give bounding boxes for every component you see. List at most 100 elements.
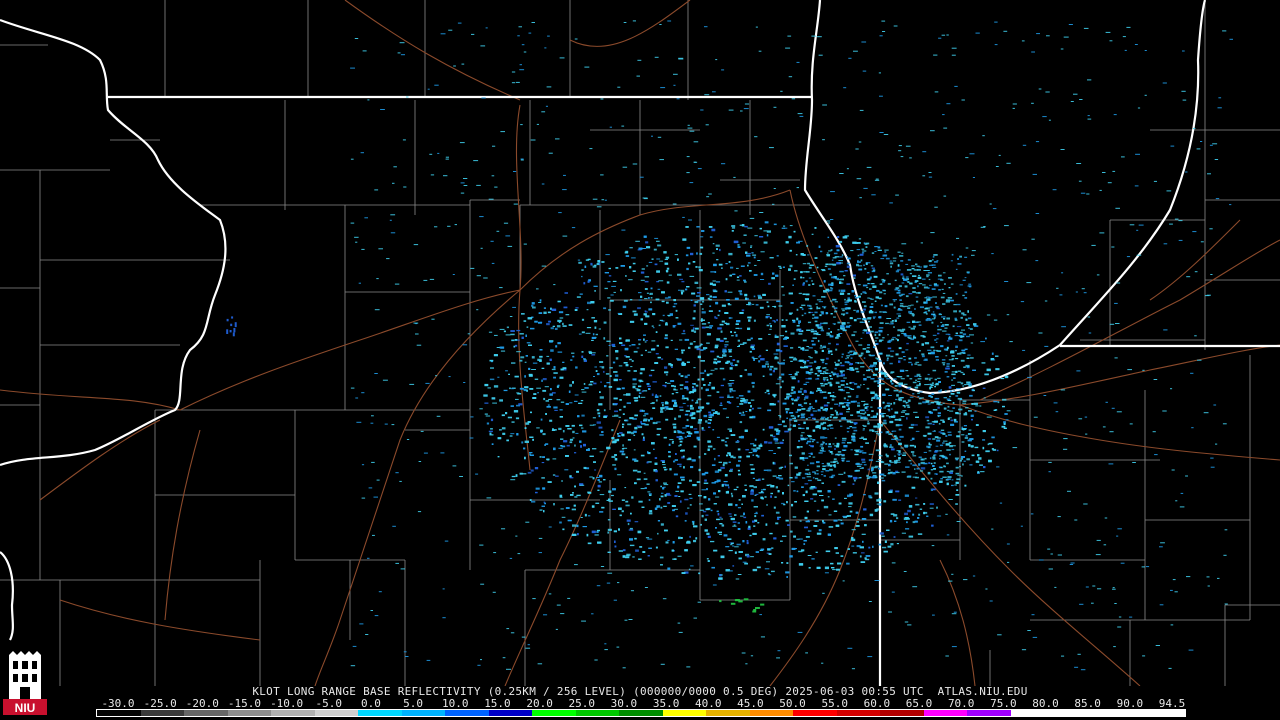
echo-pixel: [823, 505, 829, 509]
echo-pixel: [654, 395, 659, 398]
echo-pixel: [801, 308, 804, 311]
echo-pixel: [846, 392, 850, 394]
echo-pixel: [535, 487, 540, 490]
echo-pixel: [881, 278, 884, 281]
echo-pixel: [423, 452, 428, 454]
echo-pixel: [557, 384, 560, 387]
echo-pixel: [669, 439, 674, 441]
echo-pixel: [870, 265, 874, 267]
echo-pixel: [623, 299, 628, 302]
echo-pixel: [489, 378, 495, 381]
echo-pixel: [691, 459, 696, 462]
echo-pixel: [572, 355, 575, 358]
echo-pixel: [940, 419, 945, 421]
echo-pixel: [696, 295, 700, 297]
echo-pixel: [742, 342, 747, 344]
echo-pixel: [406, 96, 409, 98]
echo-pixel: [1222, 30, 1227, 32]
echo-pixel: [660, 485, 662, 488]
echo-pixel: [542, 433, 546, 436]
echo-pixel: [738, 557, 742, 560]
echo-pixel: [838, 260, 843, 262]
echo-pixel: [814, 351, 818, 354]
echo-pixel: [553, 366, 556, 369]
echo-pixel: [891, 382, 894, 385]
echo-pixel: [962, 333, 967, 336]
echo-pixel: [887, 283, 891, 285]
echo-pixel: [796, 317, 799, 321]
echo-pixel: [682, 329, 686, 333]
echo-pixel: [885, 257, 890, 260]
echo-pixel: [801, 393, 804, 395]
echo-pixel: [557, 351, 563, 353]
echo-pixel: [877, 249, 882, 251]
echo-pixel: [822, 378, 826, 380]
echo-pixel: [841, 457, 846, 460]
echo-pixel: [793, 230, 796, 233]
echo-pixel: [754, 515, 757, 518]
echo-pixel: [728, 261, 731, 263]
echo-pixel: [619, 409, 622, 411]
echo-pixel: [484, 413, 488, 415]
echo-pixel: [668, 407, 674, 410]
echo-pixel: [954, 335, 959, 337]
echo-pixel: [822, 468, 826, 471]
echo-pixel: [827, 352, 831, 354]
echo-pixel: [862, 332, 865, 334]
echo-pixel: [797, 415, 800, 418]
echo-pixel: [853, 400, 857, 403]
echo-pixel: [897, 453, 902, 455]
echo-pixel: [942, 433, 946, 435]
echo-pixel: [889, 362, 893, 365]
echo-pixel: [738, 473, 741, 476]
echo-pixel: [838, 404, 841, 407]
echo-pixel: [863, 384, 865, 385]
echo-pixel: [779, 335, 784, 337]
echo-pixel: [815, 378, 820, 380]
echo-pixel: [519, 359, 523, 362]
echo-pixel: [569, 402, 573, 404]
echo-pixel: [587, 258, 591, 261]
echo-pixel: [710, 540, 715, 543]
echo-pixel: [837, 236, 840, 238]
echo-pixel: [563, 306, 568, 309]
echo-pixel: [423, 279, 428, 281]
echo-pixel: [961, 475, 963, 477]
echo-pixel: [651, 258, 654, 260]
echo-pixel: [945, 355, 948, 357]
echo-pixel: [696, 436, 700, 440]
echo-pixel: [811, 328, 814, 331]
echo-pixel: [806, 409, 809, 412]
echo-pixel: [560, 438, 564, 440]
echo-pixel: [882, 254, 887, 257]
echo-pixel: [872, 472, 877, 474]
echo-pixel: [797, 396, 800, 399]
echo-pixel: [611, 343, 616, 346]
echo-pixel: [1114, 302, 1118, 304]
echo-pixel: [887, 473, 891, 475]
echo-pixel: [638, 339, 642, 341]
echo-pixel: [995, 368, 1000, 371]
echo-pixel: [556, 399, 561, 401]
echo-pixel: [698, 419, 702, 422]
echo-pixel: [552, 325, 555, 327]
echo-pixel: [841, 356, 843, 358]
echo-pixel: [846, 431, 850, 433]
echo-pixel: [882, 393, 886, 396]
echo-pixel: [894, 418, 899, 421]
echo-pixel: [709, 298, 712, 301]
echo-pixel: [1171, 469, 1175, 471]
echo-pixel: [719, 396, 724, 399]
echo-pixel: [862, 291, 866, 294]
echo-pixel: [578, 261, 582, 264]
echo-pixel: [584, 387, 589, 389]
echo-pixel: [766, 561, 770, 563]
echo-pixel: [560, 508, 564, 510]
echo-pixel: [641, 423, 646, 425]
echo-pixel: [890, 372, 893, 374]
echo-pixel: [724, 474, 728, 477]
echo-pixel: [672, 423, 677, 426]
echo-pixel: [724, 322, 727, 324]
echo-pixel: [874, 251, 877, 252]
echo-pixel: [691, 413, 694, 416]
